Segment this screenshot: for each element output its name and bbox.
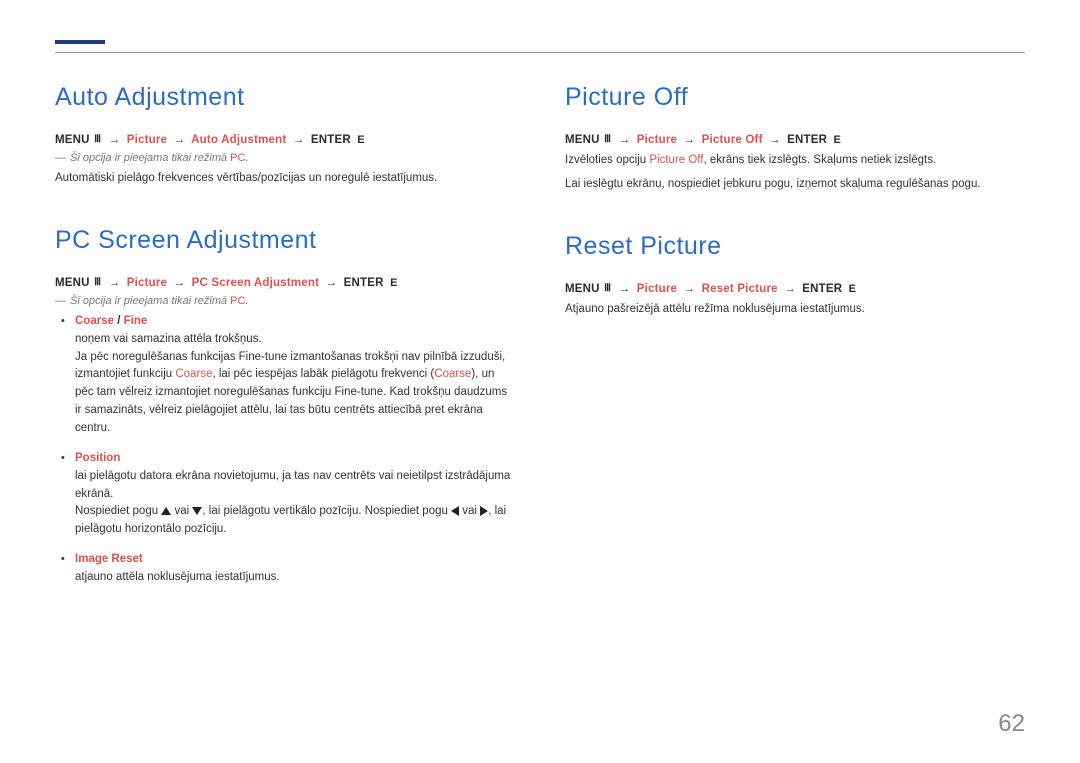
txt: Izvēloties opciju [565, 154, 649, 166]
path-item: Reset Picture [702, 283, 778, 295]
item-title-position: Position [75, 452, 515, 464]
path-item: Auto Adjustment [191, 134, 286, 146]
right-column: Picture Off MENU Ⅲ → Picture → Picture O… [565, 83, 1025, 601]
menu-label: MENU [565, 283, 600, 295]
arrow-sep: → [174, 134, 186, 146]
down-arrow-icon [192, 507, 202, 515]
path-item: PC Screen Adjustment [192, 277, 320, 289]
note-pc: PC [230, 295, 245, 307]
note-text: ― Šī opcija ir pieejama tikai režīmā PC. [55, 152, 515, 164]
list-item: Image Reset atjauno attēla noklusējuma i… [55, 553, 515, 587]
note-body: Šī opcija ir pieejama tikai režīmā [70, 152, 230, 164]
left-column: Auto Adjustment MENU Ⅲ → Picture → Auto … [55, 83, 515, 601]
txt: Nospiediet pogu [75, 505, 161, 517]
arrow-sep: → [784, 283, 796, 295]
txt: , lai pēc iespējas labāk pielāgotu frekv… [212, 368, 434, 380]
enter-icon: E [834, 134, 842, 146]
menu-path: MENU Ⅲ → Picture → Auto Adjustment → ENT… [55, 134, 515, 146]
left-arrow-icon [451, 506, 459, 516]
item-title-b: Fine [124, 315, 148, 327]
txt: vai [171, 505, 192, 517]
item-desc: atjauno attēla noklusējuma iestatījumus. [75, 569, 515, 587]
menu-icon: Ⅲ [94, 134, 101, 145]
section-title-picture-off: Picture Off [565, 83, 1025, 112]
txt: vai [459, 505, 480, 517]
item-title-coarse-fine: Coarse / Fine [75, 315, 515, 327]
note-text: ― Šī opcija ir pieejama tikai režīmā PC. [55, 295, 515, 307]
enter-icon: E [390, 277, 398, 289]
item-title-sep: / [114, 315, 124, 327]
header-divider [55, 52, 1025, 53]
item-desc: lai pielāgotu datora ekrāna novietojumu,… [75, 468, 515, 504]
arrow-sep: → [326, 277, 338, 289]
item-title-image-reset: Image Reset [75, 553, 515, 565]
enter-label: ENTER [787, 134, 827, 146]
arrow-sep: → [769, 134, 781, 146]
txt: , lai pielāgotu vertikālo pozīciju. Nosp… [202, 505, 451, 517]
two-column-layout: Auto Adjustment MENU Ⅲ → Picture → Auto … [55, 83, 1025, 601]
list-item: Position lai pielāgotu datora ekrāna nov… [55, 452, 515, 539]
enter-label: ENTER [802, 283, 842, 295]
menu-path: MENU Ⅲ → Picture → PC Screen Adjustment … [55, 277, 515, 289]
arrow-sep: → [174, 277, 186, 289]
header-accent-bar [55, 40, 105, 44]
path-picture: Picture [637, 134, 677, 146]
enter-icon: E [357, 134, 365, 146]
menu-path: MENU Ⅲ → Picture → Picture Off → ENTER E [565, 134, 1025, 146]
up-arrow-icon [161, 507, 171, 515]
path-picture: Picture [127, 134, 167, 146]
menu-icon: Ⅲ [604, 283, 611, 294]
enter-icon: E [849, 283, 857, 295]
enter-label: ENTER [311, 134, 351, 146]
body-text: Lai ieslēgtu ekrānu, nospiediet jebkuru … [565, 176, 1025, 194]
note-pc: PC [230, 152, 245, 164]
page-number: 62 [998, 710, 1025, 738]
manual-page: Auto Adjustment MENU Ⅲ → Picture → Auto … [0, 0, 1080, 601]
section-title-auto-adjustment: Auto Adjustment [55, 83, 515, 112]
note-period: . [245, 295, 248, 307]
menu-label: MENU [565, 134, 600, 146]
enter-label: ENTER [344, 277, 384, 289]
note-dash: ― [55, 295, 66, 307]
coarse-ref: Coarse [434, 368, 471, 380]
coarse-ref: Coarse [175, 368, 212, 380]
list-item: Coarse / Fine noņem vai samazina attēla … [55, 315, 515, 438]
note-dash: ― [55, 152, 66, 164]
item-title-a: Coarse [75, 315, 114, 327]
picture-off-ref: Picture Off [649, 154, 703, 166]
item-desc: Nospiediet pogu vai , lai pielāgotu vert… [75, 503, 515, 539]
path-item: Picture Off [702, 134, 763, 146]
menu-path: MENU Ⅲ → Picture → Reset Picture → ENTER… [565, 283, 1025, 295]
note-body: Šī opcija ir pieejama tikai režīmā [70, 295, 230, 307]
arrow-sep: → [684, 283, 696, 295]
body-text: Atjauno pašreizējā attēlu režīma noklusē… [565, 301, 1025, 319]
item-desc: noņem vai samazina attēla trokšņus. [75, 331, 515, 349]
body-text: Izvēloties opciju Picture Off, ekrāns ti… [565, 152, 1025, 170]
menu-icon: Ⅲ [604, 134, 611, 145]
arrow-sep: → [619, 283, 631, 295]
menu-label: MENU [55, 134, 90, 146]
arrow-sep: → [293, 134, 305, 146]
arrow-sep: → [619, 134, 631, 146]
body-text: Automātiski pielāgo frekvences vērtības/… [55, 170, 515, 188]
arrow-sep: → [109, 277, 121, 289]
path-picture: Picture [127, 277, 167, 289]
section-title-reset-picture: Reset Picture [565, 232, 1025, 261]
menu-label: MENU [55, 277, 90, 289]
section-title-pc-screen: PC Screen Adjustment [55, 226, 515, 255]
arrow-sep: → [684, 134, 696, 146]
item-list: Coarse / Fine noņem vai samazina attēla … [55, 315, 515, 587]
item-desc: Ja pēc noregulēšanas funkcijas Fine-tune… [75, 349, 515, 438]
right-arrow-icon [480, 506, 488, 516]
path-picture: Picture [637, 283, 677, 295]
arrow-sep: → [109, 134, 121, 146]
menu-icon: Ⅲ [94, 277, 101, 288]
note-period: . [245, 152, 248, 164]
txt: , ekrāns tiek izslēgts. Skaļums netiek i… [704, 154, 937, 166]
